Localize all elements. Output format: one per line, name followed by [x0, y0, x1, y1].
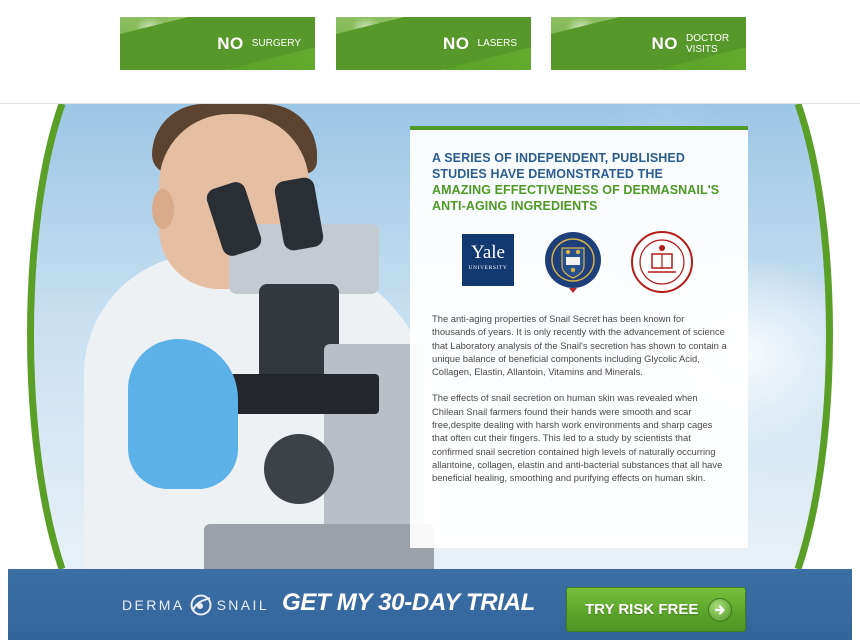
- badge-no-doctor-visits: NO DOCTOR VISITS: [551, 17, 746, 70]
- blue-glove-hand: [128, 339, 238, 489]
- badge-no-surgery: NO SURGERY: [120, 17, 315, 70]
- badge-no: NO: [217, 33, 244, 53]
- badge-no-lasers: NO LASERS: [336, 17, 531, 70]
- yale-logo-sub: UNIVERSITY: [468, 265, 508, 271]
- badge-word: DOCTOR VISITS: [686, 32, 730, 55]
- panel-paragraph: The effects of snail secretion on human …: [432, 392, 723, 484]
- cta-bar: DERMA SNAIL GET MY 30-DAY TRIAL TRY RISK…: [8, 569, 852, 640]
- right-green-curve: [794, 104, 860, 569]
- university-logos: Yale UNIVERSITY: [410, 230, 748, 302]
- arrow-right-circle-icon: [708, 597, 733, 622]
- badge-no: NO: [443, 33, 470, 53]
- cornell-seal-icon: [631, 231, 693, 293]
- benefit-badges: NO SURGERY NO LASERS NO DOCTOR VISITS: [0, 0, 860, 104]
- try-risk-free-label: TRY RISK FREE: [585, 601, 699, 618]
- dermasnail-logo-icon: [190, 594, 212, 616]
- badge-no: NO: [651, 33, 678, 53]
- studies-panel: A SERIES OF INDEPENDENT, PUBLISHED STUDI…: [410, 126, 748, 548]
- try-risk-free-button[interactable]: TRY RISK FREE: [566, 587, 746, 632]
- dermasnail-logo: DERMA SNAIL: [122, 594, 270, 616]
- microscope-base: [204, 524, 434, 569]
- hero-section: A SERIES OF INDEPENDENT, PUBLISHED STUDI…: [0, 104, 860, 569]
- badge-word: LASERS: [477, 38, 517, 49]
- brand-right-text: SNAIL: [216, 597, 270, 613]
- badge-label: NO DOCTOR VISITS: [652, 17, 733, 70]
- brand-left-text: DERMA: [122, 597, 185, 613]
- badge-label: NO LASERS: [443, 17, 517, 70]
- panel-heading-green: AMAZING EFFECTIVENESS OF DERMASNAIL'S AN…: [432, 183, 720, 213]
- panel-heading: A SERIES OF INDEPENDENT, PUBLISHED STUDI…: [432, 150, 726, 214]
- panel-body: The anti-aging properties of Snail Secre…: [432, 312, 728, 498]
- scientist-ear: [152, 189, 174, 229]
- badge-word: SURGERY: [251, 38, 301, 49]
- panel-paragraph: The anti-aging properties of Snail Secre…: [432, 313, 727, 378]
- panel-heading-blue: A SERIES OF INDEPENDENT, PUBLISHED STUDI…: [432, 151, 685, 181]
- badge-label: NO SURGERY: [217, 17, 301, 70]
- left-green-curve: [0, 104, 66, 569]
- yale-logo-icon: Yale UNIVERSITY: [462, 234, 514, 286]
- oxford-crest-icon: [545, 232, 601, 293]
- cta-headline: GET MY 30-DAY TRIAL: [282, 589, 536, 616]
- microscope-knob: [264, 434, 334, 504]
- yale-logo-name: Yale: [471, 242, 505, 263]
